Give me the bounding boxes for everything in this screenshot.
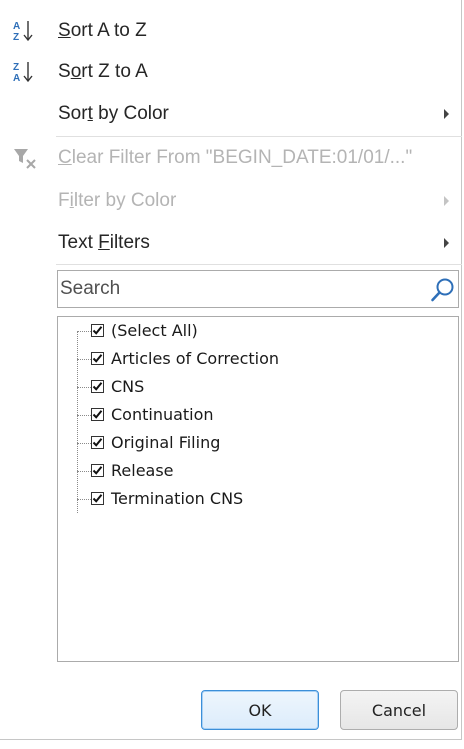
ok-button[interactable]: OK xyxy=(201,690,319,730)
tree-connector xyxy=(77,387,91,388)
menu-label: Sort A to Z xyxy=(58,20,147,41)
search-box xyxy=(57,270,459,308)
submenu-arrow-icon xyxy=(444,109,449,119)
list-item[interactable]: (Select All) xyxy=(58,317,458,345)
tree-connector xyxy=(77,359,91,360)
menu-label: Clear Filter From "BEGIN_DATE:01/01/..." xyxy=(58,147,413,168)
checkbox[interactable] xyxy=(91,324,104,337)
menu-label: Sort by Color xyxy=(58,103,169,124)
tree-connector xyxy=(77,415,91,416)
list-item-label: Termination CNS xyxy=(111,489,244,508)
menu-label: Sort Z to A xyxy=(58,61,148,82)
sort-descending-icon: Z A xyxy=(12,60,38,84)
list-item-label: Release xyxy=(111,461,174,480)
list-item-label: (Select All) xyxy=(111,321,198,340)
checkmark-icon xyxy=(92,326,103,335)
svg-text:A: A xyxy=(13,73,20,84)
checkbox[interactable] xyxy=(91,464,104,477)
list-item[interactable]: CNS xyxy=(58,373,458,401)
checkbox[interactable] xyxy=(91,352,104,365)
checkmark-icon xyxy=(92,354,103,363)
checkbox[interactable] xyxy=(91,492,104,505)
svg-text:Z: Z xyxy=(13,32,19,43)
search-icon[interactable] xyxy=(430,277,456,303)
menu-label: Text Filters xyxy=(58,232,150,253)
checkmark-icon xyxy=(92,466,103,475)
list-item[interactable]: Continuation xyxy=(58,401,458,429)
checkmark-icon xyxy=(92,382,103,391)
sort-ascending-icon: A Z xyxy=(12,19,38,43)
menu-separator xyxy=(56,136,462,137)
svg-text:A: A xyxy=(13,21,20,32)
menu-item-clear-filter[interactable]: Clear Filter From "BEGIN_DATE:01/01/..." xyxy=(0,138,462,178)
list-item-label: Articles of Correction xyxy=(111,349,280,368)
tree-connector xyxy=(77,331,91,332)
cancel-button[interactable]: Cancel xyxy=(340,690,458,730)
list-item[interactable]: Articles of Correction xyxy=(58,345,458,373)
checkbox[interactable] xyxy=(91,436,104,449)
list-item[interactable]: Original Filing xyxy=(58,429,458,457)
menu-separator xyxy=(56,264,462,265)
list-item-label: Continuation xyxy=(111,405,214,424)
menu-item-sort-by-color[interactable]: Sort by Color xyxy=(0,94,462,134)
checkbox[interactable] xyxy=(91,380,104,393)
menu-label: Filter by Color xyxy=(58,190,177,211)
menu-item-filter-by-color[interactable]: Filter by Color xyxy=(0,181,462,221)
menu-item-sort-a-to-z[interactable]: A Z Sort A to Z xyxy=(0,11,462,51)
submenu-arrow-icon xyxy=(444,196,449,206)
svg-text:Z: Z xyxy=(13,62,19,73)
menu-item-text-filters[interactable]: Text Filters xyxy=(0,223,462,263)
list-item[interactable]: Release xyxy=(58,457,458,485)
filter-value-list[interactable]: (Select All) Articles of Correction CNS Con… xyxy=(57,316,459,662)
tree-connector xyxy=(77,471,91,472)
checkmark-icon xyxy=(92,410,103,419)
checkmark-icon xyxy=(92,494,103,503)
list-item-label: CNS xyxy=(111,377,145,396)
submenu-arrow-icon xyxy=(444,238,449,248)
checkbox[interactable] xyxy=(91,408,104,421)
search-input[interactable] xyxy=(60,273,410,305)
tree-connector xyxy=(77,499,91,500)
tree-connector xyxy=(77,443,91,444)
list-item[interactable]: Termination CNS xyxy=(58,485,458,513)
autofilter-dropdown: A Z Sort A to Z Z A Sort Z to A Sort by … xyxy=(0,0,462,740)
menu-item-sort-z-to-a[interactable]: Z A Sort Z to A xyxy=(0,52,462,92)
clear-filter-icon xyxy=(12,146,38,170)
list-item-label: Original Filing xyxy=(111,433,221,452)
checkmark-icon xyxy=(92,438,103,447)
